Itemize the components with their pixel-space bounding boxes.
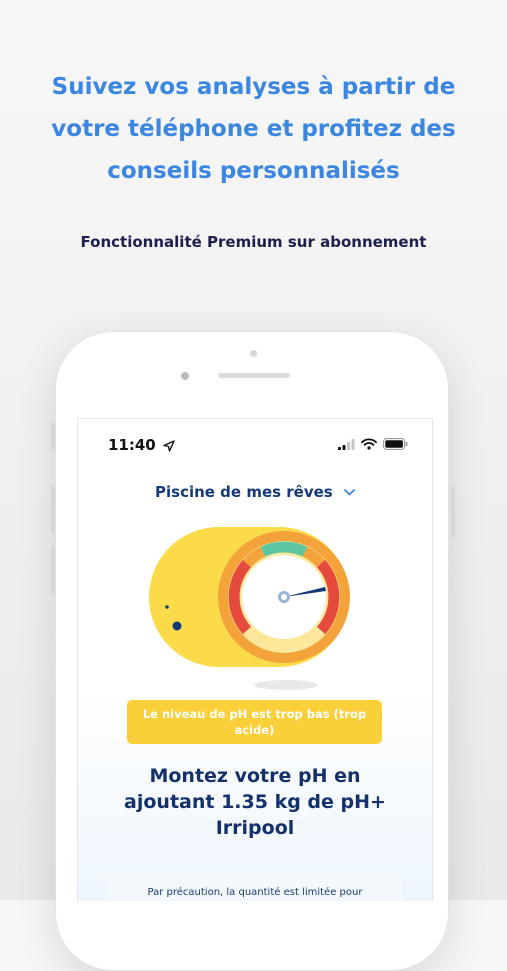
promo-headline-line3: conseils personnalisés bbox=[107, 158, 400, 184]
status-time-text: 11:40 bbox=[108, 436, 156, 454]
advice-text: Montez votre pH en ajoutant 1.35 kg de p… bbox=[108, 763, 402, 841]
status-time: 11:40 bbox=[108, 436, 175, 454]
signal-icon bbox=[338, 438, 355, 450]
promo-headline: Suivez vos analyses à partir de votre té… bbox=[20, 66, 487, 192]
wifi-icon bbox=[361, 438, 377, 450]
phone-sensor bbox=[250, 350, 257, 357]
advice-line2: ajoutant 1.35 kg de pH+ bbox=[124, 791, 386, 813]
precaution-note: Par précaution, la quantité est limitée … bbox=[108, 873, 402, 901]
phone-power-button bbox=[451, 486, 455, 538]
promo-headline-line2: votre téléphone et profitez des bbox=[51, 116, 456, 142]
status-icons bbox=[338, 438, 408, 450]
advice-line3: Irripool bbox=[215, 817, 295, 839]
gauge-dot-large bbox=[172, 621, 182, 631]
location-arrow-icon bbox=[163, 439, 175, 452]
gauge-arc-green bbox=[260, 541, 308, 557]
battery-icon bbox=[383, 438, 408, 450]
gauge-dot-small bbox=[165, 605, 169, 609]
pool-selector[interactable]: Piscine de mes rêves bbox=[78, 483, 432, 501]
promo-headline-line1: Suivez vos analyses à partir de bbox=[51, 74, 456, 100]
phone-speaker bbox=[218, 373, 290, 378]
ph-gauge-illustration bbox=[149, 527, 350, 690]
phone-camera bbox=[181, 372, 189, 380]
app-screen: 11:40 Piscine de mes rêves Le niveau de … bbox=[77, 418, 433, 901]
gauge-shadow bbox=[254, 680, 318, 690]
advice-line1: Montez votre pH en bbox=[149, 765, 361, 787]
chevron-down-icon bbox=[344, 489, 355, 496]
ph-alert-banner: Le niveau de pH est trop bas (trop acide… bbox=[127, 700, 382, 744]
premium-subheadline: Fonctionnalité Premium sur abonnement bbox=[80, 233, 427, 251]
pool-selector-label: Piscine de mes rêves bbox=[155, 483, 333, 501]
